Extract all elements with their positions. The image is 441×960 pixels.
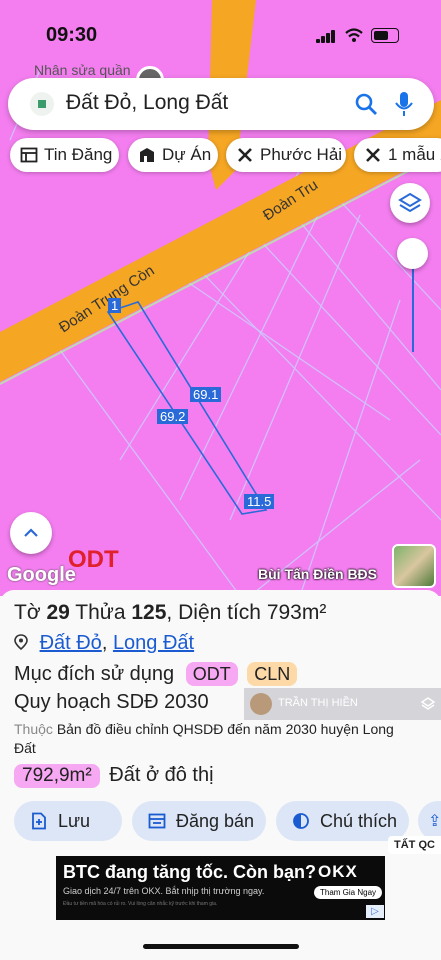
legend-icon [293,813,309,829]
hide-ad-button[interactable]: TẤT QC [388,836,441,854]
battery-icon [371,28,399,43]
status-bar: 09:30 [0,0,441,70]
parcel-area: 793m² [266,601,327,624]
chip-phuoc-hai[interactable]: Phước Hải [226,138,346,172]
layers-icon [420,697,436,710]
legend-button[interactable]: Chú thích [276,801,409,841]
avatar [250,693,272,715]
purpose-badge-cln: CLN [247,662,298,686]
parcel-title: Tờ 29 Thửa 125, Diện tích 793m² [14,601,327,624]
chip-tin-dang[interactable]: Tin Đăng [10,138,119,172]
chip-du-an[interactable]: Dự Án [128,138,218,172]
ad-fine-print: Đầu tư tiền mã hóa có rủi ro. Vui lòng c… [63,901,218,907]
post-icon [148,813,166,829]
parcel-dimension: 11.5 [244,494,275,509]
chip-label: Tin Đăng [44,145,113,164]
parcel-dimension: 69.1 [190,387,222,402]
source-text: Thuộc Bản đồ điều chỉnh QHSDĐ đến năm 20… [14,721,394,756]
land-area-row: 792,9m² Đất ở đô thị [14,764,214,788]
close-cross-icon[interactable] [364,146,382,164]
chip-label: Phước Hải [260,145,343,164]
sheet-number: 29 [46,601,70,624]
parcel-dimension: 1 [108,298,122,313]
search-input[interactable]: Đất Đỏ, Long Đất [66,91,228,115]
layers-icon [398,192,422,213]
close-cross-icon[interactable] [236,146,254,164]
ad-subline: Giao dịch 24/7 trên OKX. Bắt nhịp thị tr… [63,886,265,896]
chip-label: Dự Án [162,145,212,164]
location-link-district[interactable]: Đất Đỏ [40,632,102,654]
purpose-row: Mục đích sử dụng ODT CLN [14,662,298,686]
expand-button[interactable] [10,512,52,554]
building-icon [140,148,154,162]
plan-label: Quy hoạch SDĐ 2030 [14,691,209,713]
overlay-name: TRẦN THỊ HIỀN [278,697,358,709]
app-logo-icon [30,92,54,116]
opacity-slider-handle[interactable] [397,238,428,269]
location-pin-icon [14,634,28,651]
google-logo: Google [7,564,76,586]
user-overlay-banner: TRẦN THỊ HIỀN [244,688,441,720]
selected-parcel[interactable] [106,301,268,515]
ad-headline: BTC đang tăng tốc. Còn bạn? [63,862,316,882]
search-bar[interactable]: Đất Đỏ, Long Đất [8,78,434,130]
wifi-icon [345,28,363,42]
watermark-avatar [392,544,436,588]
ad-banner[interactable]: BTC đang tăng tốc. Còn bạn? Giao dịch 24… [56,856,385,920]
land-area-desc: Đất ở đô thị [109,764,214,786]
layers-button[interactable] [390,183,430,223]
purpose-badge-odt: ODT [185,662,238,686]
ad-cta-button[interactable]: Tham Gia Ngay [314,886,383,899]
home-indicator[interactable] [143,944,299,949]
post-for-sale-button[interactable]: Đăng bán [132,801,266,841]
save-button[interactable]: Lưu [14,801,122,841]
status-time: 09:30 [46,24,98,46]
ad-brand-logo: OKX [318,862,358,881]
save-icon [32,812,46,830]
chip-1-mau-2[interactable]: 1 mẫu 2 [354,138,441,172]
search-icon[interactable] [354,92,378,116]
purpose-label: Mục đích sử dụng [14,663,175,685]
signal-icon [316,30,336,43]
share-icon: ⇪ [428,813,441,830]
location-link-commune[interactable]: Long Đất [113,632,194,654]
land-area-value: 792,9m² [14,764,100,788]
ad-choices-icon[interactable]: ▷ [366,905,384,918]
microphone-icon[interactable] [394,90,414,118]
listing-icon [20,147,38,163]
parcel-number: 125 [131,601,167,624]
parcel-location: Đất Đỏ, Long Đất [14,632,194,655]
chevron-up-icon [24,528,38,537]
parcel-dimension: 69.2 [157,409,189,424]
watermark-text: Bùi Tấn Điền BĐS [258,566,378,582]
chip-label: 1 mẫu 2 [388,145,441,164]
